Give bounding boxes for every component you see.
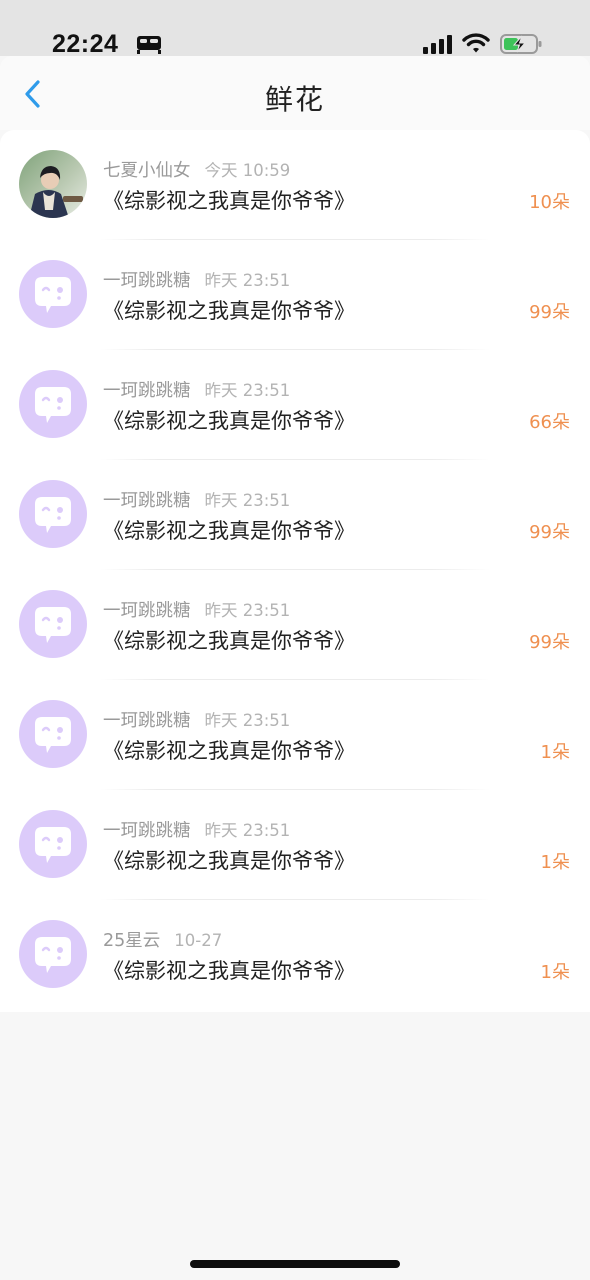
- record-meta: 一珂跳跳糖 昨天 23:51: [103, 267, 290, 292]
- flower-count: 1朵: [540, 852, 570, 873]
- record-time: 昨天 23:51: [204, 491, 291, 510]
- record-time: 昨天 23:51: [204, 821, 291, 840]
- record-time: 昨天 23:51: [204, 601, 291, 620]
- default-chat-avatar: [19, 920, 87, 988]
- bed-icon: [137, 36, 161, 54]
- book-title: 《综影视之我真是你爷爷》: [103, 519, 355, 543]
- record-meta: 一珂跳跳糖 昨天 23:51: [103, 597, 290, 622]
- username[interactable]: 一珂跳跳糖: [103, 381, 191, 401]
- list-item[interactable]: 一珂跳跳糖 昨天 23:51 《综影视之我真是你爷爷》 1朵: [0, 680, 590, 790]
- record-meta: 一珂跳跳糖 昨天 23:51: [103, 377, 290, 402]
- flower-count: 99朵: [529, 302, 570, 323]
- record-meta: 25星云 10-27: [103, 927, 222, 952]
- default-chat-avatar: [19, 260, 87, 328]
- user-photo-icon: [19, 150, 87, 218]
- nav-bar: 鲜花: [0, 56, 590, 130]
- record-meta: 七夏小仙女 今天 10:59: [103, 157, 290, 182]
- default-chat-avatar: [19, 810, 87, 878]
- username[interactable]: 一珂跳跳糖: [103, 711, 191, 731]
- flower-count: 1朵: [540, 962, 570, 983]
- record-meta: 一珂跳跳糖 昨天 23:51: [103, 487, 290, 512]
- flower-count: 99朵: [529, 522, 570, 543]
- list-item[interactable]: 一珂跳跳糖 昨天 23:51 《综影视之我真是你爷爷》 99朵: [0, 570, 590, 680]
- book-title: 《综影视之我真是你爷爷》: [103, 959, 355, 983]
- home-indicator[interactable]: [190, 1260, 400, 1268]
- book-title: 《综影视之我真是你爷爷》: [103, 409, 355, 433]
- chat-bubble-face-icon: [35, 717, 71, 753]
- book-title: 《综影视之我真是你爷爷》: [103, 849, 355, 873]
- record-time: 昨天 23:51: [204, 381, 291, 400]
- username[interactable]: 七夏小仙女: [103, 161, 191, 181]
- default-chat-avatar: [19, 700, 87, 768]
- list-item[interactable]: 一珂跳跳糖 昨天 23:51 《综影视之我真是你爷爷》 99朵: [0, 240, 590, 350]
- flower-count: 99朵: [529, 632, 570, 653]
- record-meta: 一珂跳跳糖 昨天 23:51: [103, 817, 290, 842]
- book-title: 《综影视之我真是你爷爷》: [103, 629, 355, 653]
- status-time: 22:24: [52, 30, 119, 58]
- wifi-icon: [462, 33, 490, 53]
- record-time: 10-27: [174, 931, 223, 950]
- battery-charging-icon: [500, 34, 542, 54]
- default-chat-avatar: [19, 480, 87, 548]
- chat-bubble-face-icon: [35, 827, 71, 863]
- chat-bubble-face-icon: [35, 497, 71, 533]
- list-item[interactable]: 一珂跳跳糖 昨天 23:51 《综影视之我真是你爷爷》 99朵: [0, 460, 590, 570]
- flower-count: 1朵: [540, 742, 570, 763]
- username[interactable]: 一珂跳跳糖: [103, 491, 191, 511]
- record-time: 昨天 23:51: [204, 271, 291, 290]
- chat-bubble-face-icon: [35, 607, 71, 643]
- chat-bubble-face-icon: [35, 937, 71, 973]
- record-time: 昨天 23:51: [204, 711, 291, 730]
- username[interactable]: 一珂跳跳糖: [103, 601, 191, 621]
- flower-count: 66朵: [529, 412, 570, 433]
- username[interactable]: 25星云: [103, 931, 160, 951]
- book-title: 《综影视之我真是你爷爷》: [103, 739, 355, 763]
- list-item[interactable]: 25星云 10-27 《综影视之我真是你爷爷》 1朵: [0, 900, 590, 1010]
- book-title: 《综影视之我真是你爷爷》: [103, 299, 355, 323]
- flower-record-list: 七夏小仙女 今天 10:59 《综影视之我真是你爷爷》 10朵 一珂跳跳糖 昨天 2…: [0, 130, 590, 1012]
- default-chat-avatar: [19, 590, 87, 658]
- default-chat-avatar: [19, 370, 87, 438]
- list-item[interactable]: 一珂跳跳糖 昨天 23:51 《综影视之我真是你爷爷》 66朵: [0, 350, 590, 460]
- username[interactable]: 一珂跳跳糖: [103, 821, 191, 841]
- flower-count: 10朵: [529, 192, 570, 213]
- chat-bubble-face-icon: [35, 277, 71, 313]
- list-item[interactable]: 一珂跳跳糖 昨天 23:51 《综影视之我真是你爷爷》 1朵: [0, 790, 590, 900]
- photo-avatar: [19, 150, 87, 218]
- page-title: 鲜花: [264, 83, 325, 116]
- list-item[interactable]: 七夏小仙女 今天 10:59 《综影视之我真是你爷爷》 10朵: [0, 130, 590, 240]
- record-time: 今天 10:59: [204, 161, 291, 180]
- status-bar: 22:24: [0, 0, 590, 58]
- cellular-signal-icon: [423, 35, 452, 54]
- username[interactable]: 一珂跳跳糖: [103, 271, 191, 291]
- book-title: 《综影视之我真是你爷爷》: [103, 189, 355, 213]
- chat-bubble-face-icon: [35, 387, 71, 423]
- record-meta: 一珂跳跳糖 昨天 23:51: [103, 707, 290, 732]
